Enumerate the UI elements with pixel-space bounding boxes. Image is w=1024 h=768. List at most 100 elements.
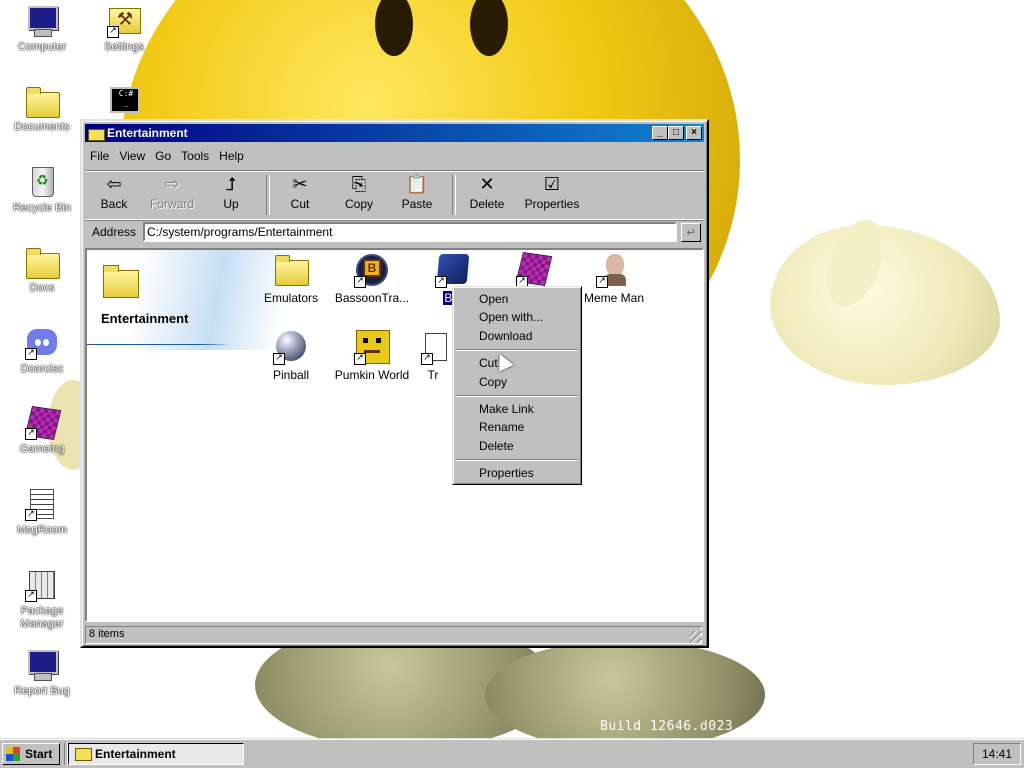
scissors-icon: ✂ <box>292 174 308 195</box>
context-menu-properties[interactable]: Properties <box>479 466 534 480</box>
desktop-icon-label: Doorcisc <box>20 363 64 375</box>
status-bar: 8 items <box>85 625 704 645</box>
desktop-icon-doorcisc[interactable]: ↗ Doorcisc <box>3 326 81 376</box>
desktop-icon-label: Documents <box>14 121 70 133</box>
menu-go[interactable]: Go <box>150 146 176 166</box>
desktop-icon-label: Recycle Bin <box>12 202 72 214</box>
close-button[interactable]: × <box>686 126 702 140</box>
taskbar-button-label: Entertainment <box>95 747 176 761</box>
file-item-tr[interactable]: ↗ Tr <box>413 329 453 382</box>
start-logo-icon <box>6 747 20 761</box>
recycle-bin-icon <box>25 165 59 199</box>
wallpaper-pointing-hand <box>770 225 1000 385</box>
context-menu-make-link[interactable]: Make Link <box>479 402 534 416</box>
tr-app-icon: ↗ <box>421 329 447 365</box>
desktop-icon-label: Report Bug <box>14 685 70 697</box>
folder-icon <box>25 245 60 279</box>
desktop-icon-report-bug[interactable]: Report Bug <box>3 648 81 698</box>
cut-button[interactable]: ✂ Cut <box>271 173 329 217</box>
file-item-label: Pinball <box>272 368 310 382</box>
status-item-count: 8 items <box>85 626 702 644</box>
file-item-meme-man[interactable]: ↗ Meme Man <box>574 252 654 305</box>
window-titlebar[interactable]: Entertainment _ □ × <box>85 124 704 142</box>
desktop-icon-settings[interactable]: ↗ Settings <box>85 4 163 54</box>
desktop-icon-recycle-bin[interactable]: Recycle Bin <box>3 165 81 215</box>
desktop-icon-docs[interactable]: Docs <box>3 245 81 295</box>
file-item-label: Tr <box>427 368 439 382</box>
forward-button-label: Forward <box>149 197 194 211</box>
folder-icon <box>88 126 105 141</box>
file-item-label: Emulators <box>263 291 319 305</box>
copy-button-label: Copy <box>344 197 373 211</box>
up-button[interactable]: ⮥ Up <box>202 173 260 217</box>
context-menu-separator <box>456 349 578 351</box>
maximize-button[interactable]: □ <box>668 126 684 140</box>
back-button-label: Back <box>100 197 128 211</box>
context-menu-rename[interactable]: Rename <box>479 420 524 434</box>
desktop-icon-package-manager[interactable]: ↗ Package Manager <box>3 568 81 631</box>
copy-button[interactable]: ⎘ Copy <box>330 173 388 217</box>
desktop-icon-msgroom[interactable]: ↗ MsgRoom <box>3 487 81 537</box>
folder-icon <box>103 265 139 298</box>
context-menu-delete[interactable]: Delete <box>479 439 514 453</box>
context-menu-copy[interactable]: Copy <box>479 375 507 389</box>
properties-button-label: Properties <box>524 197 580 211</box>
menu-tools[interactable]: Tools <box>176 146 214 166</box>
bassoon-tracker-icon: B ↗ <box>354 252 390 288</box>
file-item-label: BassoonTra... <box>334 291 410 305</box>
file-item-emulators[interactable]: Emulators <box>251 252 331 305</box>
file-item-label: Meme Man <box>583 291 645 305</box>
delete-button-label: Delete <box>469 197 505 211</box>
file-item-bassoontracker[interactable]: B ↗ BassoonTra... <box>332 252 412 305</box>
toolbar: ⇦ Back ⇨ Forward ⮥ Up ✂ Cut ⎘ Copy 📋 Pas… <box>85 170 704 220</box>
start-button-label: Start <box>25 747 53 761</box>
menu-file[interactable]: File <box>85 146 114 166</box>
desktop-icon-computer[interactable]: Computer <box>3 4 81 54</box>
desktop-icon-gameing[interactable]: ↗ Gameing <box>3 406 81 456</box>
toolbar-separator <box>266 175 270 215</box>
properties-icon: ☑ <box>543 174 561 195</box>
context-menu-open[interactable]: Open <box>479 292 508 306</box>
address-bar: Address C:/system/programs/Entertainment… <box>85 221 704 245</box>
taskbar-button-entertainment[interactable]: Entertainment <box>68 743 244 765</box>
paste-button[interactable]: 📋 Paste <box>388 173 446 217</box>
minimize-button[interactable]: _ <box>652 126 668 140</box>
folder-info-divider <box>87 344 231 345</box>
context-menu-download[interactable]: Download <box>479 329 532 343</box>
context-menu-open-with[interactable]: Open with... <box>479 310 543 324</box>
msgroom-icon: ↗ <box>25 487 59 521</box>
system-tray-clock[interactable]: 14:41 <box>973 743 1021 765</box>
menu-view[interactable]: View <box>114 146 150 166</box>
build-label: Build 12646.d023 <box>600 719 734 734</box>
discord-icon: ↗ <box>25 326 59 360</box>
file-item-pinball[interactable]: ↗ Pinball <box>251 329 331 382</box>
resize-grip[interactable] <box>690 631 702 643</box>
menu-bar: File View Go Tools Help <box>85 146 704 168</box>
package-manager-icon: ↗ <box>25 568 59 602</box>
meme-man-icon: ↗ <box>596 252 632 288</box>
paste-button-label: Paste <box>401 197 433 211</box>
desktop-icon-terminal[interactable]: C:# _ <box>85 84 163 118</box>
properties-button[interactable]: ☑ Properties <box>517 173 587 217</box>
folder-info-title: Entertainment <box>101 311 189 326</box>
explorer-window: Entertainment _ □ × File View Go Tools Help … <box>80 119 709 648</box>
menu-help[interactable]: Help <box>214 146 249 166</box>
go-button[interactable]: ↵ <box>681 223 701 242</box>
file-item-pumkin-world[interactable]: ↗ Pumkin World <box>332 329 412 382</box>
back-button[interactable]: ⇦ Back <box>85 173 143 217</box>
context-menu-separator <box>456 459 578 461</box>
delete-button[interactable]: ✕ Delete <box>458 173 516 217</box>
address-input[interactable]: C:/system/programs/Entertainment <box>143 222 677 242</box>
folder-content-pane[interactable]: Entertainment Emulators B ↗ BassoonTra..… <box>85 248 704 622</box>
forward-button[interactable]: ⇨ Forward <box>143 173 201 217</box>
folder-icon <box>273 252 309 288</box>
desktop-icon-label: Settings <box>104 41 144 53</box>
purple-cube-icon: ↗ <box>515 252 553 288</box>
desktop-icon-documents[interactable]: Documents <box>3 84 81 134</box>
paste-icon: 📋 <box>405 174 429 195</box>
cube-icon: ↗ <box>24 406 62 440</box>
start-button[interactable]: Start <box>2 743 60 765</box>
window-title: Entertainment <box>107 126 188 140</box>
desktop-icon-label: MsgRoom <box>16 524 68 536</box>
report-bug-icon <box>25 648 59 682</box>
